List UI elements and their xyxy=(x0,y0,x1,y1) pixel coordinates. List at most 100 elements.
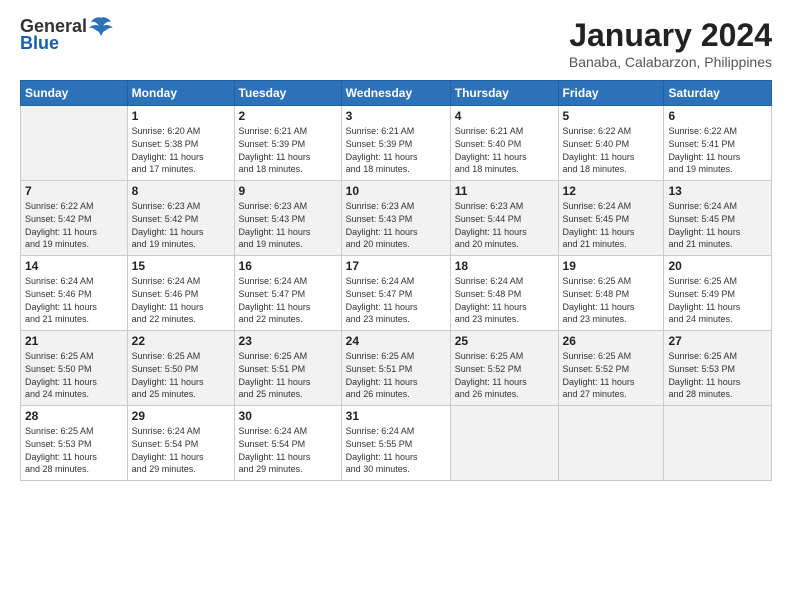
day-info: Sunrise: 6:22 AM Sunset: 5:40 PM Dayligh… xyxy=(563,125,660,175)
day-info: Sunrise: 6:23 AM Sunset: 5:44 PM Dayligh… xyxy=(455,200,554,250)
day-info: Sunrise: 6:24 AM Sunset: 5:45 PM Dayligh… xyxy=(563,200,660,250)
header: General Blue January 2024 Banaba, Calaba… xyxy=(20,16,772,70)
day-info: Sunrise: 6:22 AM Sunset: 5:41 PM Dayligh… xyxy=(668,125,767,175)
calendar-cell: 25 Sunrise: 6:25 AM Sunset: 5:52 PM Dayli… xyxy=(450,331,558,406)
day-info: Sunrise: 6:24 AM Sunset: 5:54 PM Dayligh… xyxy=(239,425,337,475)
day-info: Sunrise: 6:25 AM Sunset: 5:51 PM Dayligh… xyxy=(239,350,337,400)
day-number: 19 xyxy=(563,259,660,273)
calendar-cell: 2 Sunrise: 6:21 AM Sunset: 5:39 PM Daylig… xyxy=(234,106,341,181)
day-number: 17 xyxy=(346,259,446,273)
calendar-cell: 14 Sunrise: 6:24 AM Sunset: 5:46 PM Dayli… xyxy=(21,256,128,331)
day-info: Sunrise: 6:24 AM Sunset: 5:45 PM Dayligh… xyxy=(668,200,767,250)
day-number: 8 xyxy=(132,184,230,198)
day-of-week-header: Friday xyxy=(558,81,664,106)
day-number: 6 xyxy=(668,109,767,123)
day-number: 15 xyxy=(132,259,230,273)
calendar-cell: 20Sunrise: 6:25 AM Sunset: 5:49 PM Dayli… xyxy=(664,256,772,331)
calendar-cell xyxy=(450,406,558,481)
calendar-week-row: 14 Sunrise: 6:24 AM Sunset: 5:46 PM Dayli… xyxy=(21,256,772,331)
day-info: Sunrise: 6:22 AM Sunset: 5:42 PM Dayligh… xyxy=(25,200,123,250)
calendar-cell: 22Sunrise: 6:25 AM Sunset: 5:50 PM Dayli… xyxy=(127,331,234,406)
calendar-cell: 31Sunrise: 6:24 AM Sunset: 5:55 PM Dayli… xyxy=(341,406,450,481)
day-number: 30 xyxy=(239,409,337,423)
calendar-cell: 26 Sunrise: 6:25 AM Sunset: 5:52 PM Dayli… xyxy=(558,331,664,406)
day-number: 3 xyxy=(346,109,446,123)
day-info: Sunrise: 6:24 AM Sunset: 5:48 PM Dayligh… xyxy=(455,275,554,325)
calendar-cell: 29 Sunrise: 6:24 AM Sunset: 5:54 PM Dayli… xyxy=(127,406,234,481)
calendar-cell: 12 Sunrise: 6:24 AM Sunset: 5:45 PM Dayli… xyxy=(558,181,664,256)
day-number: 7 xyxy=(25,184,123,198)
calendar-cell: 1 Sunrise: 6:20 AM Sunset: 5:38 PM Daylig… xyxy=(127,106,234,181)
subtitle: Banaba, Calabarzon, Philippines xyxy=(569,54,772,70)
day-number: 10 xyxy=(346,184,446,198)
calendar-header-row: SundayMondayTuesdayWednesdayThursdayFrid… xyxy=(21,81,772,106)
day-number: 4 xyxy=(455,109,554,123)
day-of-week-header: Wednesday xyxy=(341,81,450,106)
day-info: Sunrise: 6:24 AM Sunset: 5:46 PM Dayligh… xyxy=(132,275,230,325)
day-info: Sunrise: 6:21 AM Sunset: 5:39 PM Dayligh… xyxy=(239,125,337,175)
calendar-cell: 23 Sunrise: 6:25 AM Sunset: 5:51 PM Dayli… xyxy=(234,331,341,406)
day-info: Sunrise: 6:25 AM Sunset: 5:50 PM Dayligh… xyxy=(132,350,230,400)
day-number: 2 xyxy=(239,109,337,123)
day-number: 26 xyxy=(563,334,660,348)
day-info: Sunrise: 6:25 AM Sunset: 5:50 PM Dayligh… xyxy=(25,350,123,400)
calendar-cell: 18Sunrise: 6:24 AM Sunset: 5:48 PM Dayli… xyxy=(450,256,558,331)
calendar-cell: 8Sunrise: 6:23 AM Sunset: 5:42 PM Daylig… xyxy=(127,181,234,256)
day-number: 25 xyxy=(455,334,554,348)
logo-bird-icon xyxy=(89,16,113,38)
calendar-cell: 11 Sunrise: 6:23 AM Sunset: 5:44 PM Dayli… xyxy=(450,181,558,256)
calendar-cell: 21 Sunrise: 6:25 AM Sunset: 5:50 PM Dayli… xyxy=(21,331,128,406)
calendar-cell: 19 Sunrise: 6:25 AM Sunset: 5:48 PM Dayli… xyxy=(558,256,664,331)
calendar-cell: 24 Sunrise: 6:25 AM Sunset: 5:51 PM Dayli… xyxy=(341,331,450,406)
calendar-cell xyxy=(664,406,772,481)
day-number: 11 xyxy=(455,184,554,198)
day-number: 1 xyxy=(132,109,230,123)
day-number: 16 xyxy=(239,259,337,273)
day-number: 24 xyxy=(346,334,446,348)
day-info: Sunrise: 6:25 AM Sunset: 5:48 PM Dayligh… xyxy=(563,275,660,325)
day-info: Sunrise: 6:25 AM Sunset: 5:52 PM Dayligh… xyxy=(455,350,554,400)
day-number: 21 xyxy=(25,334,123,348)
day-info: Sunrise: 6:24 AM Sunset: 5:47 PM Dayligh… xyxy=(346,275,446,325)
calendar-cell: 6 Sunrise: 6:22 AM Sunset: 5:41 PM Daylig… xyxy=(664,106,772,181)
calendar-cell: 3 Sunrise: 6:21 AM Sunset: 5:39 PM Daylig… xyxy=(341,106,450,181)
day-number: 12 xyxy=(563,184,660,198)
day-info: Sunrise: 6:25 AM Sunset: 5:53 PM Dayligh… xyxy=(25,425,123,475)
calendar-cell: 17 Sunrise: 6:24 AM Sunset: 5:47 PM Dayli… xyxy=(341,256,450,331)
calendar-cell xyxy=(558,406,664,481)
day-info: Sunrise: 6:25 AM Sunset: 5:52 PM Dayligh… xyxy=(563,350,660,400)
day-number: 14 xyxy=(25,259,123,273)
day-number: 23 xyxy=(239,334,337,348)
day-info: Sunrise: 6:23 AM Sunset: 5:43 PM Dayligh… xyxy=(346,200,446,250)
title-block: January 2024 Banaba, Calabarzon, Philipp… xyxy=(569,16,772,70)
calendar-cell: 5Sunrise: 6:22 AM Sunset: 5:40 PM Daylig… xyxy=(558,106,664,181)
day-info: Sunrise: 6:21 AM Sunset: 5:39 PM Dayligh… xyxy=(346,125,446,175)
calendar-table: SundayMondayTuesdayWednesdayThursdayFrid… xyxy=(20,80,772,481)
day-of-week-header: Thursday xyxy=(450,81,558,106)
calendar-cell: 10 Sunrise: 6:23 AM Sunset: 5:43 PM Dayli… xyxy=(341,181,450,256)
calendar-cell: 7 Sunrise: 6:22 AM Sunset: 5:42 PM Daylig… xyxy=(21,181,128,256)
day-number: 13 xyxy=(668,184,767,198)
calendar-week-row: 7 Sunrise: 6:22 AM Sunset: 5:42 PM Daylig… xyxy=(21,181,772,256)
page: General Blue January 2024 Banaba, Calaba… xyxy=(0,0,792,612)
day-info: Sunrise: 6:21 AM Sunset: 5:40 PM Dayligh… xyxy=(455,125,554,175)
day-info: Sunrise: 6:25 AM Sunset: 5:53 PM Dayligh… xyxy=(668,350,767,400)
day-info: Sunrise: 6:25 AM Sunset: 5:51 PM Dayligh… xyxy=(346,350,446,400)
day-number: 20 xyxy=(668,259,767,273)
day-number: 27 xyxy=(668,334,767,348)
day-info: Sunrise: 6:24 AM Sunset: 5:46 PM Dayligh… xyxy=(25,275,123,325)
calendar-cell: 13 Sunrise: 6:24 AM Sunset: 5:45 PM Dayli… xyxy=(664,181,772,256)
calendar-week-row: 21 Sunrise: 6:25 AM Sunset: 5:50 PM Dayli… xyxy=(21,331,772,406)
calendar-cell: 16 Sunrise: 6:24 AM Sunset: 5:47 PM Dayli… xyxy=(234,256,341,331)
calendar-cell: 27 Sunrise: 6:25 AM Sunset: 5:53 PM Dayli… xyxy=(664,331,772,406)
day-info: Sunrise: 6:24 AM Sunset: 5:47 PM Dayligh… xyxy=(239,275,337,325)
main-title: January 2024 xyxy=(569,16,772,54)
calendar-week-row: 28 Sunrise: 6:25 AM Sunset: 5:53 PM Dayli… xyxy=(21,406,772,481)
calendar-cell: 15 Sunrise: 6:24 AM Sunset: 5:46 PM Dayli… xyxy=(127,256,234,331)
day-number: 29 xyxy=(132,409,230,423)
day-info: Sunrise: 6:20 AM Sunset: 5:38 PM Dayligh… xyxy=(132,125,230,175)
day-number: 28 xyxy=(25,409,123,423)
day-number: 31 xyxy=(346,409,446,423)
logo-blue-text: Blue xyxy=(20,34,59,54)
day-info: Sunrise: 6:24 AM Sunset: 5:54 PM Dayligh… xyxy=(132,425,230,475)
